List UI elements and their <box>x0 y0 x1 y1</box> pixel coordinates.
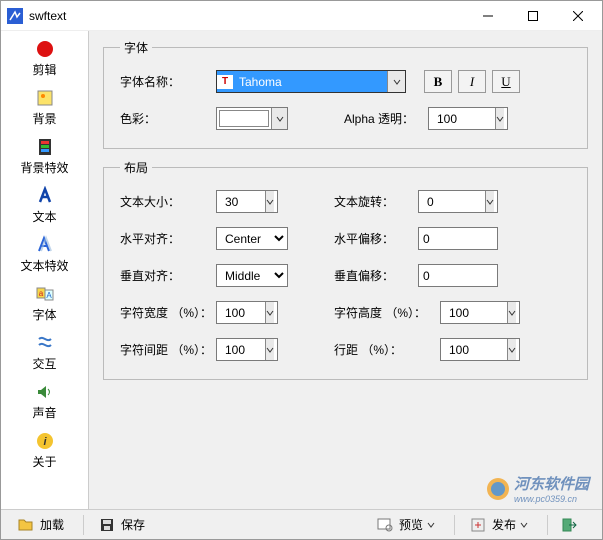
color-label: 色彩： <box>120 110 216 127</box>
alpha-label: Alpha 透明： <box>344 110 428 127</box>
sidebar-item-label: 声音 <box>32 404 56 421</box>
load-label: 加载 <box>40 516 64 533</box>
publish-label: 发布 <box>492 516 516 533</box>
separator <box>83 515 84 535</box>
svg-text:a: a <box>38 289 43 298</box>
exit-icon <box>561 517 577 533</box>
save-label: 保存 <box>121 516 145 533</box>
rotate-input[interactable] <box>418 190 498 213</box>
chevron-down-icon <box>271 108 287 129</box>
layout-legend: 布局 <box>120 159 152 176</box>
halign-label: 水平对齐： <box>120 230 216 247</box>
text-icon <box>35 186 55 206</box>
app-icon <box>7 8 23 24</box>
sidebar-item-clip[interactable]: 剪辑 <box>6 35 84 84</box>
lspace-input[interactable] <box>440 338 520 361</box>
content-panel: 字体 字体名称： T Tahoma B I U 色彩： Alpha <box>89 31 602 509</box>
about-icon: i <box>35 431 55 451</box>
sidebar-item-label: 背景特效 <box>20 159 68 176</box>
cheight-label: 字符高度 （%）： <box>334 304 440 321</box>
layout-group: 布局 文本大小： 文本旋转： 水平对齐： Center 水平偏移： 垂直对齐： … <box>103 159 588 380</box>
voffset-input[interactable] <box>418 264 498 287</box>
bold-button[interactable]: B <box>424 70 452 93</box>
textsize-label: 文本大小： <box>120 193 216 210</box>
valign-select[interactable]: Middle <box>216 264 288 287</box>
sidebar-item-interact[interactable]: 交互 <box>6 329 84 378</box>
preview-label: 预览 <box>399 516 423 533</box>
sidebar-item-label: 剪辑 <box>32 61 56 78</box>
publish-button[interactable]: 发布 <box>461 514 537 536</box>
folder-open-icon <box>18 517 34 533</box>
save-icon <box>99 517 115 533</box>
preview-icon <box>377 517 393 533</box>
close-button[interactable] <box>555 2 600 30</box>
cspace-label: 字符间距 （%）： <box>120 341 216 358</box>
load-button[interactable]: 加载 <box>9 514 73 536</box>
titlebar: swftext <box>1 1 602 31</box>
lspace-label: 行距 （%）： <box>334 341 440 358</box>
color-picker[interactable] <box>216 107 288 130</box>
font-name-select[interactable]: T Tahoma <box>216 70 406 93</box>
sidebar-item-label: 字体 <box>32 306 56 323</box>
clip-icon <box>35 39 55 59</box>
separator <box>454 515 455 535</box>
sidebar-item-bgeffect[interactable]: 背景特效 <box>6 133 84 182</box>
background-icon <box>35 88 55 108</box>
font-icon: aA <box>35 284 55 304</box>
sound-icon <box>35 382 55 402</box>
minimize-button[interactable] <box>465 2 510 30</box>
cwidth-input[interactable] <box>216 301 278 324</box>
sidebar-item-sound[interactable]: 声音 <box>6 378 84 427</box>
preview-button[interactable]: 预览 <box>368 514 444 536</box>
voffset-label: 垂直偏移： <box>334 267 418 284</box>
interact-icon <box>35 333 55 353</box>
sidebar-item-label: 关于 <box>32 453 56 470</box>
textsize-input[interactable] <box>216 190 278 213</box>
sidebar-item-label: 文本特效 <box>20 257 68 274</box>
truetype-icon: T <box>217 75 233 89</box>
sidebar-item-background[interactable]: 背景 <box>6 84 84 133</box>
chevron-down-icon <box>427 521 435 529</box>
separator <box>547 515 548 535</box>
cwidth-label: 字符宽度 （%）： <box>120 304 216 321</box>
svg-text:A: A <box>46 291 52 300</box>
publish-icon <box>470 517 486 533</box>
bottom-toolbar: 加载 保存 预览 发布 <box>1 509 602 539</box>
texteffect-icon <box>35 235 55 255</box>
exit-button[interactable] <box>554 514 590 536</box>
sidebar-item-about[interactable]: i 关于 <box>6 427 84 476</box>
sidebar: 剪辑 背景 背景特效 文本 文本特效 aA 字体 交互 声音 <box>1 31 89 509</box>
cspace-input[interactable] <box>216 338 278 361</box>
chevron-down-icon <box>495 108 504 129</box>
rotate-label: 文本旋转： <box>334 193 418 210</box>
bgeffect-icon <box>35 137 55 157</box>
underline-button[interactable]: U <box>492 70 520 93</box>
font-legend: 字体 <box>120 39 152 56</box>
halign-select[interactable]: Center <box>216 227 288 250</box>
sidebar-item-label: 交互 <box>32 355 56 372</box>
alpha-input[interactable] <box>428 107 508 130</box>
italic-button[interactable]: I <box>458 70 486 93</box>
save-button[interactable]: 保存 <box>90 514 154 536</box>
sidebar-item-texteffect[interactable]: 文本特效 <box>6 231 84 280</box>
sidebar-item-text[interactable]: 文本 <box>6 182 84 231</box>
cheight-input[interactable] <box>440 301 520 324</box>
chevron-down-icon <box>387 71 405 92</box>
sidebar-item-font[interactable]: aA 字体 <box>6 280 84 329</box>
hoffset-input[interactable] <box>418 227 498 250</box>
valign-label: 垂直对齐： <box>120 267 216 284</box>
sidebar-item-label: 文本 <box>32 208 56 225</box>
window-title: swftext <box>29 9 465 23</box>
maximize-button[interactable] <box>510 2 555 30</box>
hoffset-label: 水平偏移： <box>334 230 418 247</box>
color-swatch <box>219 110 269 127</box>
sidebar-item-label: 背景 <box>32 110 56 127</box>
chevron-down-icon <box>520 521 528 529</box>
alpha-value[interactable] <box>433 108 495 129</box>
font-name-value: Tahoma <box>239 75 282 89</box>
font-group: 字体 字体名称： T Tahoma B I U 色彩： Alpha <box>103 39 588 149</box>
font-name-label: 字体名称： <box>120 73 216 90</box>
